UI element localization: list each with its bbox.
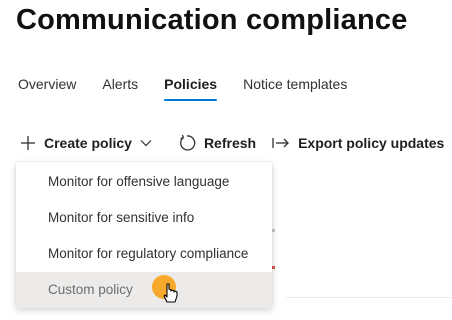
- create-policy-button[interactable]: Create policy: [20, 135, 166, 151]
- menu-item-regulatory-compliance[interactable]: Monitor for regulatory compliance: [16, 236, 272, 272]
- divider: [286, 297, 452, 298]
- chevron-down-icon: [140, 139, 152, 147]
- page-title: Communication compliance: [16, 4, 408, 36]
- background-mark-red: [272, 266, 275, 269]
- create-policy-dropdown: Monitor for offensive language Monitor f…: [16, 162, 272, 308]
- menu-item-custom-policy[interactable]: Custom policy: [16, 272, 272, 308]
- tab-alerts[interactable]: Alerts: [102, 76, 138, 104]
- create-policy-label: Create policy: [44, 135, 132, 151]
- tab-overview[interactable]: Overview: [18, 76, 76, 104]
- plus-icon: [20, 135, 36, 151]
- refresh-button[interactable]: Refresh: [178, 134, 256, 152]
- tab-notice-templates[interactable]: Notice templates: [243, 76, 347, 104]
- export-policy-updates-button[interactable]: Export policy updates: [272, 135, 444, 151]
- menu-item-offensive-language[interactable]: Monitor for offensive language: [16, 164, 272, 200]
- pointer-cursor-icon: [163, 283, 178, 303]
- background-mark: [272, 229, 275, 232]
- tab-bar: Overview Alerts Policies Notice template…: [18, 76, 373, 104]
- tab-policies[interactable]: Policies: [164, 76, 217, 104]
- menu-item-sensitive-info[interactable]: Monitor for sensitive info: [16, 200, 272, 236]
- export-policy-updates-label: Export policy updates: [298, 135, 445, 151]
- command-bar: Create policy Refresh Export policy upda…: [20, 132, 444, 154]
- refresh-icon: [178, 134, 196, 152]
- refresh-label: Refresh: [203, 135, 257, 151]
- export-arrow-icon: [272, 136, 290, 150]
- page: Communication compliance Overview Alerts…: [0, 0, 452, 320]
